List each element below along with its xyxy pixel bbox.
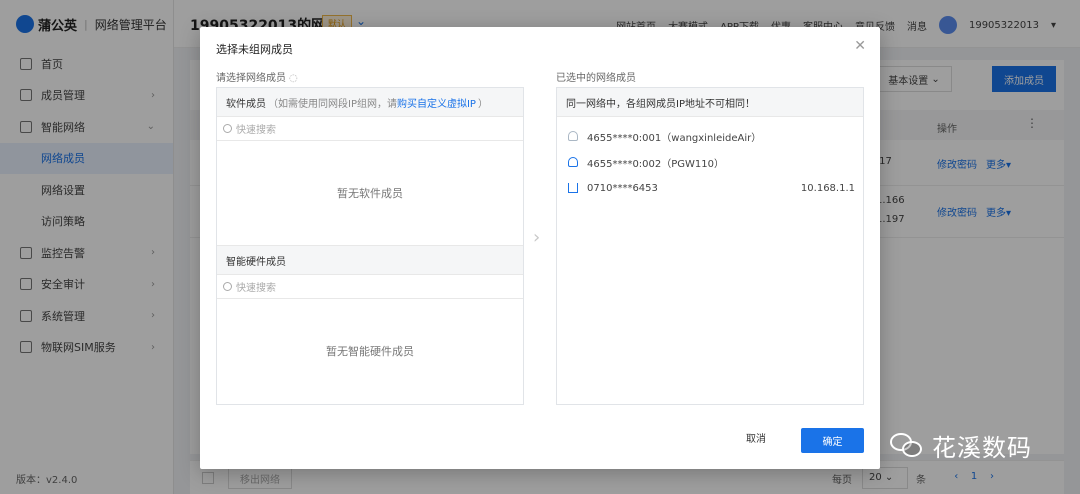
left-column-label-text: 请选择网络成员 (216, 73, 286, 84)
software-members-hint: （如需使用同网段IP组网，请 (268, 98, 397, 110)
search-icon (223, 124, 232, 133)
watermark: 花溪数码 (890, 428, 1032, 463)
dialog-title: 选择未组网成员 (216, 43, 293, 56)
selected-members-panel: 同一网络中，各组网成员IP地址不可相同！ 4655****0:001（wangx… (556, 87, 864, 405)
left-column-label: 请选择网络成员 ◌ (216, 69, 298, 84)
software-members-header: 软件成员 （如需使用同网段IP组网，请 购买自定义虚拟IP ） (217, 88, 523, 117)
select-members-dialog: 选择未组网成员 ✕ 请选择网络成员 ◌ 已选中的网络成员 软件成员 （如需使用同网… (200, 27, 880, 469)
user-icon (568, 131, 578, 141)
watermark-text: 花溪数码 (932, 434, 1032, 462)
close-icon[interactable]: ✕ (854, 38, 866, 54)
router-icon (568, 183, 578, 193)
list-item[interactable]: 4655****0:002（PGW110） (557, 149, 863, 175)
search-placeholder: 快速搜索 (236, 125, 276, 136)
search-placeholder: 快速搜索 (236, 283, 276, 294)
member-name: 0710****6453 (587, 182, 658, 194)
software-members-hint-end: ） (477, 98, 488, 110)
hardware-members-header: 智能硬件成员 (217, 246, 523, 275)
member-name: 4655****0:001（wangxinleideAir） (587, 132, 762, 144)
eye-icon[interactable]: ◌ (289, 73, 298, 84)
buy-virtual-ip-link[interactable]: 购买自定义虚拟IP (397, 95, 476, 110)
software-empty-state: 暂无软件成员 (217, 141, 523, 246)
hardware-members-title: 智能硬件成员 (226, 256, 286, 268)
hardware-empty-state: 暂无智能硬件成员 (326, 345, 414, 358)
hardware-search-input[interactable]: 快速搜索 (217, 275, 523, 299)
software-search-input[interactable]: 快速搜索 (217, 117, 523, 141)
selected-members-list: 4655****0:001（wangxinleideAir） 4655****0… (557, 117, 863, 201)
cancel-button[interactable]: 取消 (746, 430, 766, 445)
chevron-right-icon[interactable]: › (533, 227, 540, 248)
wechat-icon (890, 432, 924, 459)
member-ip: 10.168.1.1 (800, 182, 855, 194)
ip-conflict-notice: 同一网络中，各组网成员IP地址不可相同！ (557, 88, 863, 117)
search-icon (223, 282, 232, 291)
right-column-label: 已选中的网络成员 (556, 73, 636, 84)
list-item[interactable]: 4655****0:001（wangxinleideAir） (557, 123, 863, 149)
confirm-button[interactable]: 确定 (801, 428, 864, 453)
software-members-title: 软件成员 (226, 98, 266, 110)
list-item[interactable]: 0710****6453 10.168.1.1 (557, 175, 863, 201)
user-icon (568, 157, 578, 167)
available-members-panel: 软件成员 （如需使用同网段IP组网，请 购买自定义虚拟IP ） 快速搜索 暂无软… (216, 87, 524, 405)
member-name: 4655****0:002（PGW110） (587, 158, 725, 170)
